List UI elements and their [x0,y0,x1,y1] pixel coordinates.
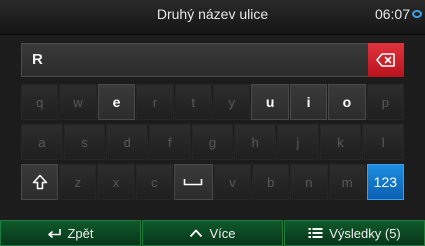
shift-key[interactable] [21,164,59,200]
clock: 06:07 [374,6,410,22]
key-h: h [234,124,277,160]
keyboard: q w e r t y u i o p a s d f g h j k l z … [21,84,405,200]
back-button[interactable]: Zpět [0,220,141,246]
key-t: t [174,84,213,120]
key-k: k [319,124,362,160]
key-s: s [63,124,106,160]
list-icon [308,227,323,239]
key-d: d [106,124,149,160]
key-i[interactable]: i [289,84,328,120]
page-title: Druhý název ulice [156,6,269,22]
more-button[interactable]: Více [142,220,283,246]
keyboard-row-1: q w e r t y u i o p [21,84,405,120]
key-c: c [135,164,173,200]
key-n: n [290,164,328,200]
key-f: f [149,124,191,160]
keyboard-row-2: a s d f g h j k l [21,124,405,160]
results-button-label: Výsledky (5) [329,225,401,241]
key-g: g [191,124,234,160]
header: Druhý název ulice 06:07 [0,0,425,35]
key-e[interactable]: e [97,84,136,120]
key-w: w [59,84,97,120]
key-m: m [328,164,366,200]
back-arrow-icon [47,227,62,239]
screen: Druhý název ulice 06:07 R q w e r t y u … [0,0,425,246]
key-j: j [277,124,319,160]
key-b: b [252,164,290,200]
more-button-label: Více [209,225,236,241]
key-u[interactable]: u [251,84,289,120]
key-o[interactable]: o [328,84,366,120]
key-z: z [59,164,97,200]
space-key[interactable] [173,164,213,200]
results-button[interactable]: Výsledky (5) [284,220,425,246]
key-a: a [21,124,63,160]
backspace-button[interactable] [368,43,404,77]
back-button-label: Zpět [67,225,94,241]
key-v: v [213,164,252,200]
key-l: l [362,124,405,160]
key-x: x [97,164,135,200]
key-q: q [21,84,59,120]
search-input[interactable]: R [21,43,404,77]
keyboard-row-3: z x c v b n m 123 [21,164,404,200]
key-p: p [366,84,405,120]
space-icon [184,179,203,186]
shift-icon [32,174,47,190]
footer-bar: Zpět Více Výsledky (5) [0,220,425,246]
gps-signal-icon [412,10,422,18]
backspace-icon [376,53,395,67]
key-y: y [213,84,251,120]
search-input-value: R [32,51,43,68]
chevron-up-icon [189,228,203,238]
numbers-key[interactable]: 123 [366,164,404,200]
key-r: r [136,84,174,120]
